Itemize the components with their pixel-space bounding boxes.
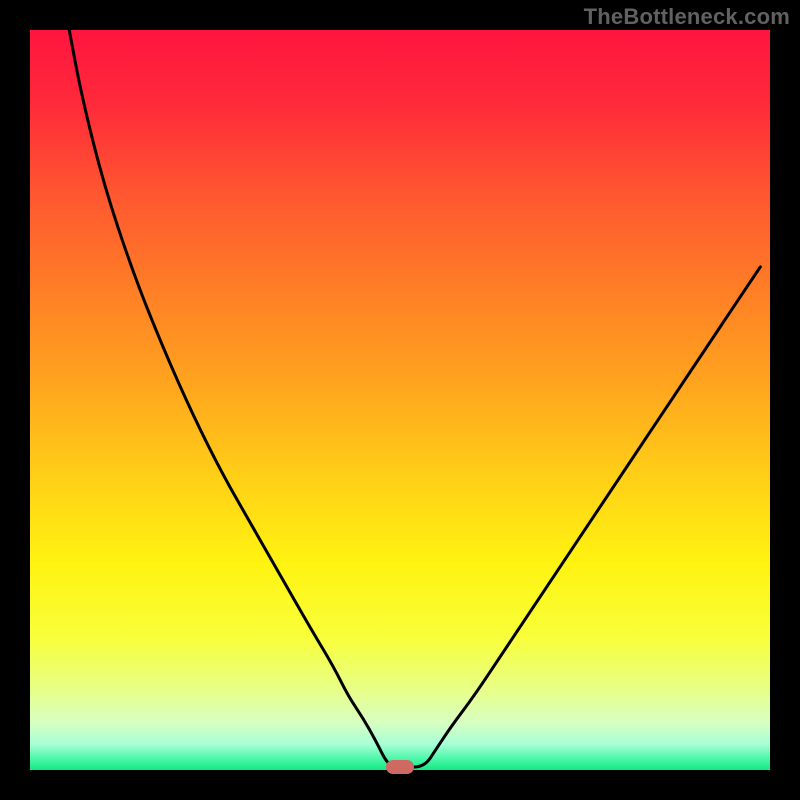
watermark-text: TheBottleneck.com — [584, 4, 790, 30]
bottleneck-marker — [386, 760, 414, 774]
chart-stage: TheBottleneck.com — [0, 0, 800, 800]
chart-svg — [30, 30, 770, 770]
gradient-background — [30, 30, 770, 770]
plot-area — [30, 30, 770, 770]
